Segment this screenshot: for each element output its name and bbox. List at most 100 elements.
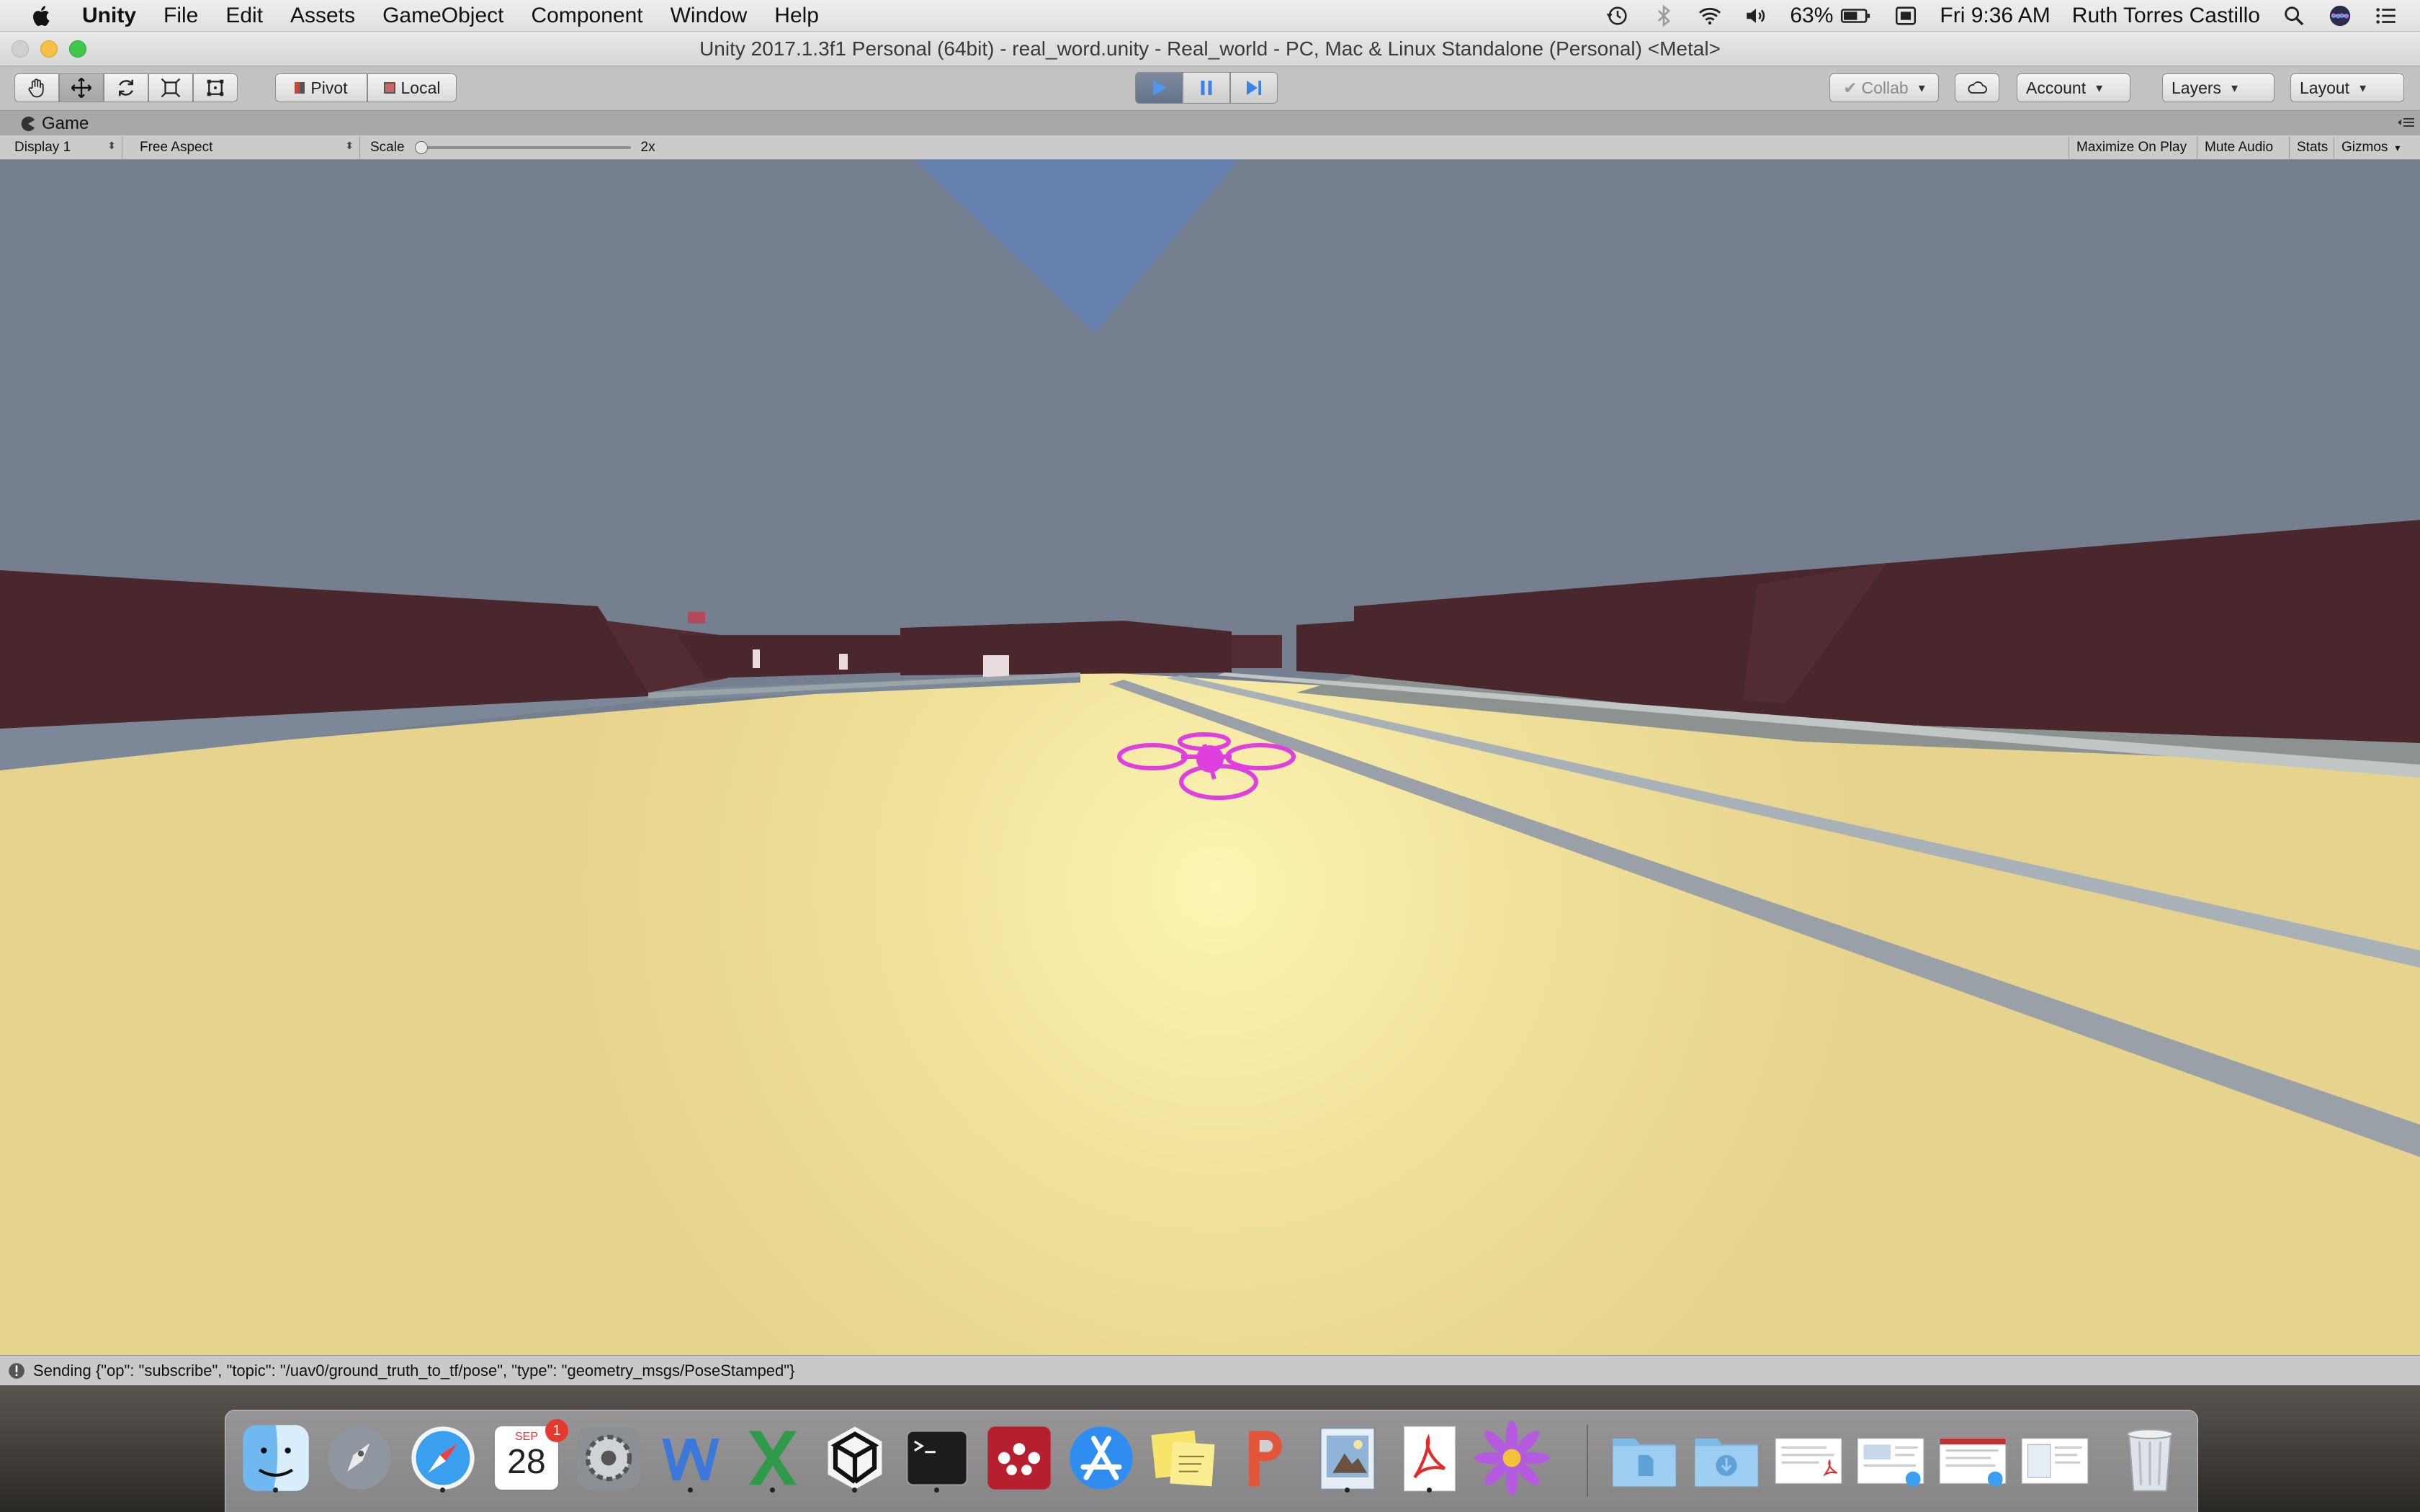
pivot-toggle[interactable]: Pivot [275,73,367,102]
scene-render [0,160,2420,1355]
preview-document-icon [2021,1438,2089,1484]
dock-calendar[interactable]: SEP 28 1 [489,1419,568,1495]
collab-dropdown[interactable]: ✔ Collab [1829,73,1939,102]
dock-flower-app[interactable] [1474,1421,1549,1495]
scale-slider[interactable] [414,137,631,158]
far-flag [688,612,705,624]
dropdown-arrow-icon: ▾ [2395,141,2401,153]
dock-terminal[interactable] [900,1421,974,1495]
menu-window[interactable]: Window [671,4,748,28]
time-machine-icon[interactable] [1605,4,1630,28]
siri-icon[interactable] [2328,4,2352,28]
menu-assets[interactable]: Assets [290,4,355,28]
scale-slider-track [414,146,631,149]
dock-unity[interactable] [817,1421,892,1495]
spotlight-search-icon[interactable] [2282,4,2306,28]
dock-doc-thumb-3[interactable] [1935,1421,2010,1495]
dock-trash[interactable] [2112,1421,2187,1495]
scale-slider-thumb[interactable] [414,141,428,154]
excel-icon [748,1431,797,1485]
menu-help[interactable]: Help [774,4,819,28]
gear-icon [577,1426,640,1490]
layers-dropdown[interactable]: Layers [2162,73,2275,102]
layout-dropdown[interactable]: Layout [2290,73,2404,102]
bluetooth-icon[interactable] [1652,4,1676,28]
trash-icon [2126,1428,2174,1492]
maximize-on-play-toggle[interactable]: Maximize On Play [2069,137,2194,158]
running-indicator [934,1488,939,1493]
tab-game[interactable]: Game [7,112,102,135]
running-indicator [440,1488,445,1493]
dock-word[interactable] [653,1421,728,1495]
rect-tool-button[interactable] [193,73,238,102]
dock-mendeley[interactable] [982,1421,1057,1495]
user-name[interactable]: Ruth Torres Castillo [2072,4,2260,28]
rotate-icon [119,79,133,96]
running-indicator [770,1488,775,1493]
menu-edit[interactable]: Edit [225,4,263,28]
dock-finder[interactable] [238,1421,313,1495]
updown-arrow-icon: ⬍ [345,140,354,151]
input-source-icon[interactable] [1894,4,1918,28]
scale-icon [161,78,181,98]
gizmos-dropdown[interactable]: Gizmos ▾ [2334,137,2420,158]
acrobat-icon [1404,1426,1456,1492]
wifi-icon[interactable] [1698,4,1722,28]
panel-menu-icon[interactable] [2394,115,2416,130]
dock-downloads-folder[interactable] [1689,1421,1764,1495]
mute-audio-toggle[interactable]: Mute Audio [2197,137,2280,158]
local-icon [383,82,395,94]
move-tool-button[interactable] [59,73,104,102]
dock-app-store[interactable] [1064,1421,1139,1495]
dock-doc-thumb-2[interactable] [1853,1421,1928,1495]
right-wall-near [1296,621,1361,675]
display-dropdown[interactable]: Display 1 ⬍ [7,137,122,158]
stats-toggle[interactable]: Stats [2289,137,2335,158]
window-title-bar[interactable]: Unity 2017.1.3f1 Personal (64bit) - real… [0,32,2420,66]
dock-documents-folder[interactable] [1607,1421,1682,1495]
dock-stickies[interactable] [1146,1421,1221,1495]
apple-icon[interactable] [29,3,55,29]
dock-launchpad[interactable] [322,1421,397,1495]
menu-component[interactable]: Component [531,4,642,28]
cloud-button[interactable] [1955,73,1999,102]
downloads-folder-icon [1695,1438,1758,1487]
mute-label: Mute Audio [2205,140,2274,155]
dock-system-preferences[interactable] [571,1421,646,1495]
menu-gameobject[interactable]: GameObject [382,4,503,28]
battery-percent: 63% [1790,4,1834,27]
scale-tool-button[interactable] [148,73,193,102]
hand-tool-button[interactable] [14,73,59,102]
volume-icon[interactable] [1744,4,1768,28]
account-dropdown[interactable]: Account [2017,73,2130,102]
aspect-dropdown[interactable]: Free Aspect ⬍ [133,137,360,158]
local-toggle[interactable]: Local [367,73,457,102]
dock-safari[interactable] [405,1421,480,1495]
dock-doc-thumb-1[interactable] [1771,1421,1846,1495]
battery-icon[interactable] [1840,4,1872,28]
step-button[interactable] [1230,72,1278,104]
rotate-tool-button[interactable] [104,73,148,102]
pivot-icon [295,82,305,94]
game-viewport[interactable] [0,160,2420,1355]
clock[interactable]: Fri 9:36 AM [1940,4,2050,28]
dock-acrobat[interactable] [1392,1421,1467,1495]
rocket-icon [328,1426,391,1490]
notification-center-icon[interactable] [2374,4,2398,28]
pause-button[interactable] [1183,72,1230,104]
running-indicator [273,1488,278,1493]
dock-excel[interactable] [735,1421,810,1495]
calendar-day: 28 [507,1443,546,1481]
dock-preview[interactable] [1310,1421,1385,1495]
dock-doc-thumb-4[interactable] [2017,1421,2092,1495]
safari-document-icon [1857,1438,1924,1487]
check-icon: ✔ [1843,78,1857,97]
game-tab-row: Game [0,111,2420,135]
running-indicator [688,1488,693,1493]
menu-file[interactable]: File [163,4,198,28]
dock-powerpoint[interactable] [1228,1421,1303,1495]
console-status-bar[interactable]: Sending {"op": "subscribe", "topic": "/u… [0,1355,2420,1385]
menu-app-unity[interactable]: Unity [82,4,136,28]
pause-icon [1201,81,1212,95]
play-button[interactable] [1135,72,1183,104]
